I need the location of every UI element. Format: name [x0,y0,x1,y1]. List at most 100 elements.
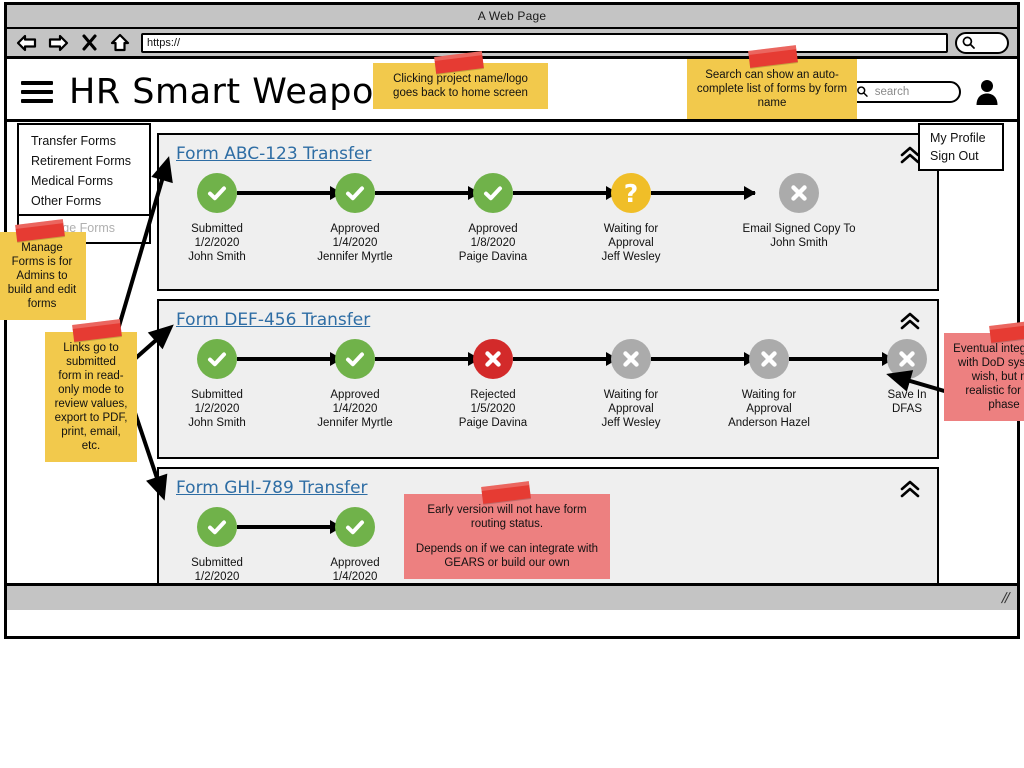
flow-step: Waiting for Approval Anderson Hazel [709,339,829,430]
x-icon [887,339,927,379]
header-right-group [846,79,1017,105]
form-card: Form ABC-123 Transfer Submitted 1/2/2020… [157,133,939,291]
note-text: Links go to submitted form in read-only … [54,342,128,452]
step-date: Approval [746,403,792,415]
flow-step: Approved 1/8/2020 Paige Davina [433,173,553,264]
url-input[interactable]: https:// [141,32,948,53]
annotation-note-logo: Clicking project name/logo goes back to … [373,51,548,109]
step-person: Paige Davina [458,417,528,429]
step-date: 1/4/2020 [332,237,378,249]
note-text: Manage Forms is for Admins to build and … [7,242,77,310]
flow-step: ? Waiting for Approval Jeff Wesley [571,173,691,264]
back-arrow-icon[interactable] [15,32,39,54]
search-icon [857,86,868,97]
step-date: Approval [608,403,654,415]
step-status: Waiting for [603,389,659,401]
form-link[interactable]: Form DEF-456 Transfer [176,310,370,330]
nav-divider [19,214,149,216]
sidebar-item-other-forms[interactable]: Other Forms [19,191,149,211]
step-date: DFAS [891,403,923,415]
step-status: Approved [330,223,380,235]
note-text: Early version will not have form routing… [427,504,587,530]
close-x-icon[interactable] [77,32,101,54]
note-text: Search can show an auto-complete list of… [696,69,848,109]
user-avatar-icon[interactable] [975,79,999,105]
question-icon: ? [611,173,651,213]
chevron-double-up-icon[interactable] [899,311,921,336]
check-icon [335,173,375,213]
step-date: 1/2/2020 [194,237,240,249]
step-status: Approved [330,557,380,569]
sidebar-item-transfer-forms[interactable]: Transfer Forms [19,131,149,151]
step-status: Approved [468,223,518,235]
note-text: Depends on if we can integrate with GEAR… [415,543,599,569]
resize-grip-icon[interactable]: // [1000,590,1011,607]
check-icon [197,339,237,379]
step-status: Approved [330,389,380,401]
flow-step: Waiting for Approval Jeff Wesley [571,339,691,430]
step-date: 1/8/2020 [470,237,516,249]
browser-search-input[interactable] [955,31,1009,54]
routing-flow: Submitted 1/2/2020 John Smith Approved 1… [159,173,941,288]
step-status: Email Signed Copy To [742,223,856,235]
annotation-note-routing: Early version will not have form routing… [404,481,610,579]
step-date: John Smith [770,237,828,249]
check-icon [197,507,237,547]
form-card: Form DEF-456 Transfer Submitted 1/2/2020… [157,299,939,459]
step-date: Approval [608,237,654,249]
sidebar-item-retirement-forms[interactable]: Retirement Forms [19,151,149,171]
step-status: Waiting for [741,389,797,401]
browser-title: A Web Page [477,9,547,23]
sidebar-item-medical-forms[interactable]: Medical Forms [19,171,149,191]
menu-item-sign-out[interactable]: Sign Out [920,147,1002,165]
form-link[interactable]: Form ABC-123 Transfer [176,144,371,164]
step-date: 1/2/2020 [194,571,240,583]
chevron-double-up-icon[interactable] [899,479,921,504]
annotation-note-manage-forms: Manage Forms is for Admins to build and … [0,219,86,320]
x-icon [749,339,789,379]
step-status: Save In [887,389,927,401]
home-icon[interactable] [108,32,132,54]
annotation-note-links: Links go to submitted form in read-only … [45,319,137,462]
menu-item-my-profile[interactable]: My Profile [920,129,1002,147]
step-person: Jeff Wesley [601,417,661,429]
note-text: Eventual integration with DoD systems wi… [953,343,1024,411]
app-title[interactable]: HR Smart Weapon [69,72,397,112]
step-date: 1/5/2020 [470,403,516,415]
annotation-note-search: Search can show an auto-complete list of… [687,45,857,119]
x-icon [611,339,651,379]
flow-step: Submitted 1/2/2020 John Smith [157,339,277,430]
x-icon [473,339,513,379]
note-text: Clicking project name/logo goes back to … [393,73,528,99]
step-date: 1/4/2020 [332,403,378,415]
screenshot-root: A Web Page https:// HR Smart Weapon sear… [0,0,1024,768]
form-link[interactable]: Form GHI-789 Transfer [176,478,368,498]
check-icon [197,173,237,213]
flow-step: Approved 1/4/2020 Jennifer Myrtle [295,173,415,264]
step-person: Jennifer Myrtle [317,417,393,429]
step-person: John Smith [188,417,246,429]
step-date: 1/4/2020 [332,571,378,583]
browser-statusbar: // [7,583,1017,610]
flow-step: Rejected 1/5/2020 Paige Davina [433,339,553,430]
step-person: Jennifer Myrtle [317,251,393,263]
search-input[interactable] [846,80,961,103]
step-status: Submitted [191,389,243,401]
routing-flow: Submitted 1/2/2020 John Smith Approved 1… [159,339,941,454]
url-text: https:// [147,36,181,49]
step-person: Anderson Hazel [728,417,810,429]
forward-arrow-icon[interactable] [46,32,70,54]
hamburger-menu-icon[interactable] [21,76,53,108]
browser-titlebar: A Web Page [7,5,1017,29]
search-field[interactable] [872,84,950,99]
step-person: Paige Davina [458,251,528,263]
annotation-note-dod: Eventual integration with DoD systems wi… [944,320,1024,421]
check-icon [473,173,513,213]
check-icon [335,339,375,379]
flow-step: Email Signed Copy To John Smith [709,173,889,250]
step-status: Submitted [191,223,243,235]
step-status: Submitted [191,557,243,569]
profile-dropdown-menu: My Profile Sign Out [918,123,1004,171]
step-status: Waiting for [603,223,659,235]
flow-step: Approved 1/4/2020 Jennifer Myrtle [295,339,415,430]
